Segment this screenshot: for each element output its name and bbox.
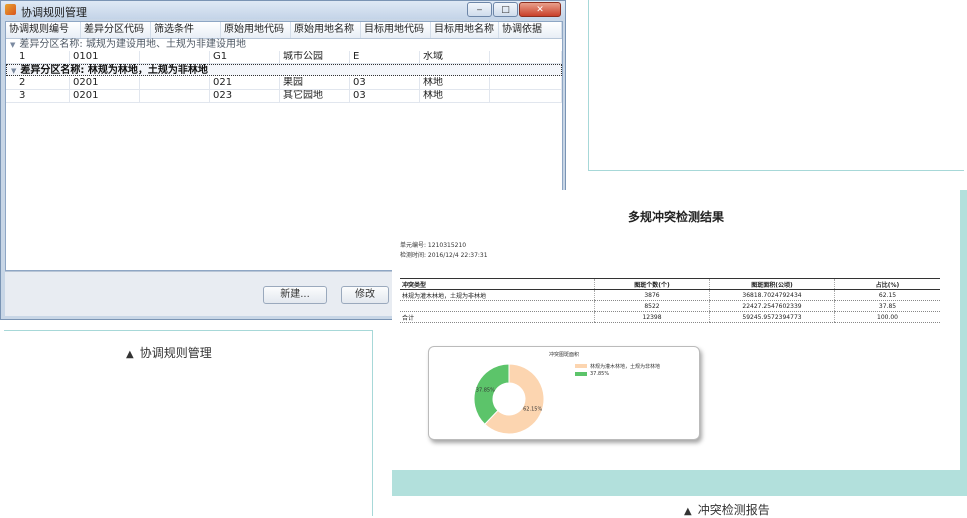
cell: 12398 xyxy=(594,311,710,323)
collapse-arrow-icon[interactable]: ▼ xyxy=(10,41,15,49)
cell xyxy=(140,77,210,89)
cell: 8522 xyxy=(594,300,710,312)
table-header: 占比(%) xyxy=(834,278,940,290)
close-button[interactable]: ✕ xyxy=(519,2,561,17)
cell: 100.00 xyxy=(834,311,940,323)
cell xyxy=(140,90,210,102)
table-row[interactable]: 2 0201 021 果园 03 林地 xyxy=(6,77,562,90)
cell: 林规为灌木林地，土规为非林地 xyxy=(400,289,595,301)
table-row[interactable]: 1 0101 G1 城市公园 E 水域 xyxy=(6,51,562,64)
cell: 0201 xyxy=(70,77,140,89)
column-header[interactable]: 协调依据 xyxy=(499,22,562,38)
caption-conflict-report: ▲ 冲突检测报告 xyxy=(684,503,770,517)
legend-swatch xyxy=(575,364,587,368)
edit-button[interactable]: 修改 xyxy=(341,286,389,304)
cell: 0101 xyxy=(70,51,140,63)
column-header[interactable]: 目标用地代码 xyxy=(361,22,431,38)
table-header: 图斑个数(个) xyxy=(594,278,710,290)
column-header[interactable]: 差异分区代码 xyxy=(81,22,151,38)
legend-item: 林规为灌木林地，土规为非林地 xyxy=(575,363,660,370)
cell: G1 xyxy=(210,51,280,63)
legend-item: 37.85% xyxy=(575,371,660,377)
conflict-report: 多规冲突检测结果 单元编号: 1210315210 检测时间: 2016/12/… xyxy=(392,190,960,470)
check-time: 检测时间: 2016/12/4 22:37:31 xyxy=(400,252,488,259)
group-row-selected[interactable]: ▼ 差异分区名称: 林规为林地，土规为非林地 xyxy=(6,64,562,76)
triangle-up-icon: ▲ xyxy=(126,349,134,360)
column-header[interactable]: 筛选条件 xyxy=(151,22,221,38)
grid-header: 协调规则编号 差异分区代码 筛选条件 原始用地代码 原始用地名称 目标用地代码 … xyxy=(6,22,562,39)
cell: E xyxy=(350,51,420,63)
cell: 03 xyxy=(350,90,420,102)
cell xyxy=(490,51,562,63)
cell: 22427.2547602339 xyxy=(709,300,835,312)
triangle-up-icon: ▲ xyxy=(684,506,692,517)
minimize-button[interactable]: ‒ xyxy=(467,2,492,17)
unit-number: 单元编号: 1210315210 xyxy=(400,242,467,249)
cell: 62.15 xyxy=(834,289,940,301)
cell: 0201 xyxy=(70,90,140,102)
cell: 林地 xyxy=(420,90,490,102)
table-header: 图斑面积(公顷) xyxy=(709,278,835,290)
group-row[interactable]: ▼ 差异分区名称: 城规为建设用地、土规为非建设用地 xyxy=(6,39,562,51)
legend-label: 37.85% xyxy=(590,371,610,377)
cell: 果园 xyxy=(280,77,350,89)
cell: 合计 xyxy=(400,311,595,323)
cell xyxy=(140,51,210,63)
new-button[interactable]: 新建... xyxy=(263,286,327,304)
table-row[interactable]: 3 0201 023 其它园地 03 林地 xyxy=(6,90,562,103)
decorative-frame-top-right xyxy=(588,0,964,171)
window-title: 协调规则管理 xyxy=(21,6,87,19)
maximize-button[interactable]: □ xyxy=(493,2,518,17)
table-row: 林规为灌木林地，土规为非林地 3876 36818.7024792434 62.… xyxy=(400,289,940,301)
report-title: 多规冲突检测结果 xyxy=(627,210,724,224)
cell: 城市公园 xyxy=(280,51,350,63)
cell: 3876 xyxy=(594,289,710,301)
cell: 林地 xyxy=(420,77,490,89)
collapse-arrow-icon[interactable]: ▼ xyxy=(11,67,16,75)
table-row: 合计 12398 59245.9572394773 100.00 xyxy=(400,311,940,323)
teal-band xyxy=(392,470,967,496)
pie-chart-panel: 冲突图斑面积 37.85% 62.15% 林规为灌木林地，土规为非林地 37.85… xyxy=(428,346,700,440)
column-header[interactable]: 原始用地名称 xyxy=(291,22,361,38)
cell: 1 xyxy=(6,51,70,63)
table-row: 8522 22427.2547602339 37.85 xyxy=(400,300,940,312)
legend-label: 林规为灌木林地，土规为非林地 xyxy=(590,364,661,370)
cell xyxy=(490,77,562,89)
teal-side-band xyxy=(960,190,967,496)
cell: 03 xyxy=(350,77,420,89)
slice-label: 62.15% xyxy=(523,406,542,412)
cell: 36818.7024792434 xyxy=(709,289,835,301)
caption-rules-management: ▲ 协调规则管理 xyxy=(126,346,212,360)
chart-legend: 林规为灌木林地，土规为非林地 37.85% xyxy=(575,363,660,378)
cell: 023 xyxy=(210,90,280,102)
app-icon xyxy=(5,4,16,15)
column-header[interactable]: 目标用地名称 xyxy=(431,22,499,38)
cell: 2 xyxy=(6,77,70,89)
legend-swatch xyxy=(575,372,587,376)
cell xyxy=(400,300,595,312)
column-header[interactable]: 协调规则编号 xyxy=(6,22,81,38)
conflict-table: 冲突类型 图斑个数(个) 图斑面积(公顷) 占比(%) 林规为灌木林地，土规为非… xyxy=(400,278,940,323)
cell: 水域 xyxy=(420,51,490,63)
cell: 59245.9572394773 xyxy=(709,311,835,323)
cell: 其它园地 xyxy=(280,90,350,102)
cell: 3 xyxy=(6,90,70,102)
cell xyxy=(490,90,562,102)
slice-label: 37.85% xyxy=(476,388,495,394)
title-bar[interactable]: 协调规则管理 ‒ □ ✕ xyxy=(1,1,565,19)
column-header[interactable]: 原始用地代码 xyxy=(221,22,291,38)
table-header: 冲突类型 xyxy=(400,278,595,290)
donut-chart: 37.85% 62.15% xyxy=(473,363,545,435)
cell: 021 xyxy=(210,77,280,89)
cell: 37.85 xyxy=(834,300,940,312)
